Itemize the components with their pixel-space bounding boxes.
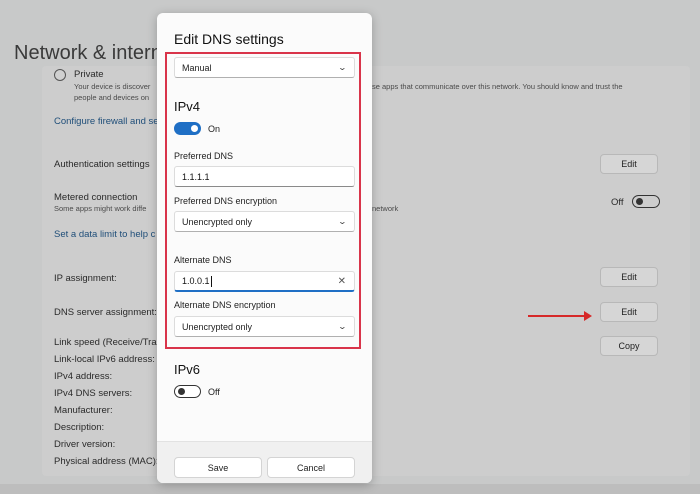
authentication-edit-button[interactable]: Edit — [600, 154, 658, 174]
save-button[interactable]: Save — [174, 457, 262, 478]
annotation-arrow-head — [584, 311, 592, 321]
manufacturer-label: Manufacturer: — [54, 405, 113, 416]
copy-button[interactable]: Copy — [600, 336, 658, 356]
dialog-footer: Save Cancel — [157, 441, 372, 483]
mac-address-label: Physical address (MAC): — [54, 456, 159, 467]
dns-server-edit-button[interactable]: Edit — [600, 302, 658, 322]
link-local-ipv6-label: Link-local IPv6 address: — [54, 354, 155, 365]
edit-dns-settings-dialog: Edit DNS settings Manual ⌄ IPv4 On Prefe… — [157, 13, 372, 483]
cancel-button[interactable]: Cancel — [267, 457, 355, 478]
highlight-box — [165, 52, 361, 349]
ipv6-heading: IPv6 — [174, 362, 201, 377]
ipv4-address-label: IPv4 address: — [54, 371, 113, 382]
ip-assignment-label: IP assignment: — [54, 273, 117, 284]
metered-connection-label: Metered connection — [54, 192, 138, 203]
set-data-limit-link[interactable]: Set a data limit to help c — [54, 229, 155, 240]
dialog-title: Edit DNS settings — [174, 31, 284, 47]
ipv4-dns-servers-label: IPv4 DNS servers: — [54, 388, 133, 399]
authentication-settings-label: Authentication settings — [54, 159, 150, 170]
ip-assignment-edit-button[interactable]: Edit — [600, 267, 658, 287]
metered-description: Some apps might work diffe — [54, 204, 147, 213]
private-description-continued: se apps that communicate over this netwo… — [372, 82, 623, 91]
annotation-arrow — [528, 315, 586, 317]
private-radio[interactable] — [54, 69, 66, 81]
metered-connection-toggle[interactable] — [632, 195, 660, 208]
private-description-line2: people and devices on — [74, 93, 150, 102]
ipv6-toggle-state: Off — [208, 387, 220, 397]
link-speed-label: Link speed (Receive/Tran — [54, 337, 162, 348]
bottom-strip — [0, 484, 700, 494]
description-label: Description: — [54, 422, 105, 433]
private-label: Private — [74, 69, 104, 80]
metered-description-continued: network — [372, 204, 399, 213]
driver-version-label: Driver version: — [54, 439, 116, 450]
page-title: Network & intern — [14, 42, 162, 64]
metered-state-label: Off — [611, 197, 624, 208]
configure-firewall-link[interactable]: Configure firewall and se — [54, 116, 159, 127]
ipv6-toggle[interactable] — [174, 385, 201, 398]
dns-server-assignment-label: DNS server assignment: — [54, 307, 157, 318]
